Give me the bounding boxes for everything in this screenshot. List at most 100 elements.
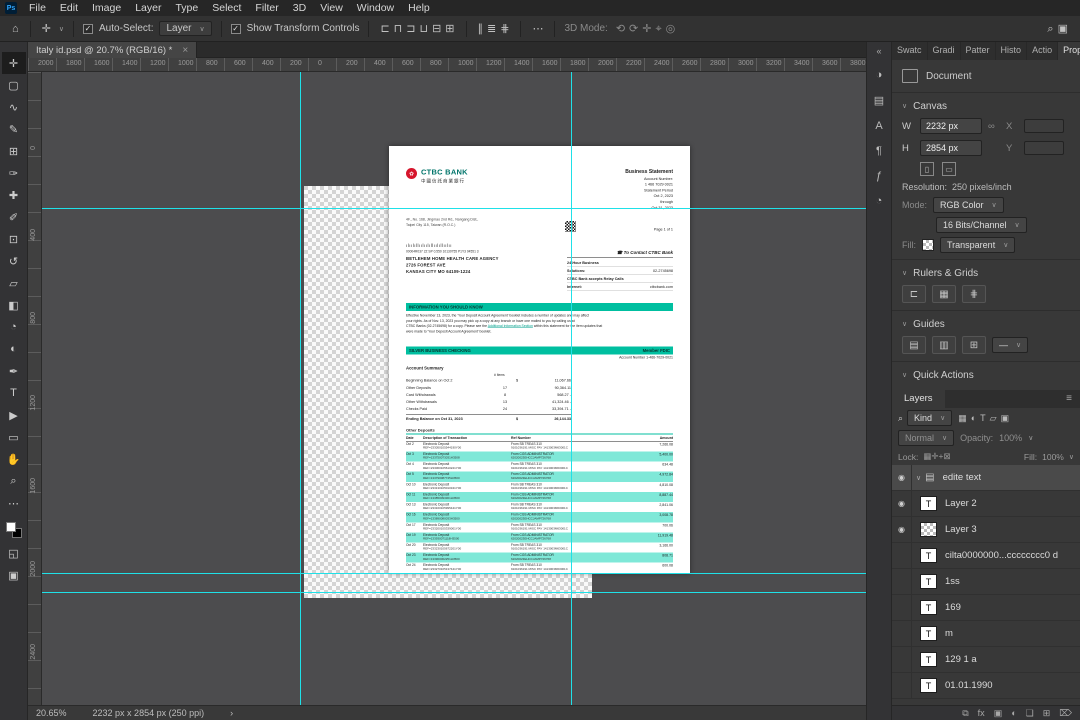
layer-name[interactable]: 01.01.1990 bbox=[945, 680, 993, 691]
pen-tool[interactable]: ✒ bbox=[2, 360, 26, 382]
layer-thumbnail[interactable] bbox=[920, 522, 937, 537]
auto-select-dropdown[interactable]: Layer ∨ bbox=[159, 21, 212, 36]
move-tool-preset-icon[interactable]: ✛ bbox=[40, 22, 53, 35]
quick-mask-icon[interactable]: ◱ bbox=[2, 542, 26, 564]
layers-bottom-icon-2[interactable]: ▣ bbox=[994, 708, 1003, 719]
menu-item-view[interactable]: View bbox=[313, 2, 350, 14]
layers-bottom-icon-4[interactable]: ❏ bbox=[1026, 708, 1034, 719]
align-icon-2[interactable]: ⊐ bbox=[404, 23, 417, 35]
mode3d-icon-3[interactable]: ⌖ bbox=[653, 23, 663, 35]
collapse-panels-icon[interactable]: « bbox=[876, 46, 881, 56]
layer-filter-icon-1[interactable]: ◐ bbox=[969, 413, 978, 423]
canvas-section-header[interactable]: ∨ Canvas bbox=[902, 97, 1070, 115]
lasso-tool[interactable]: ∿ bbox=[2, 96, 26, 118]
character-panel-icon[interactable]: A bbox=[875, 120, 882, 132]
status-chevron-icon[interactable]: › bbox=[230, 708, 233, 718]
layer-row[interactable]: ◉ Layer 3 bbox=[892, 517, 1080, 543]
guide-horizontal-1[interactable] bbox=[42, 208, 866, 209]
text-layer-thumbnail[interactable]: T bbox=[920, 600, 937, 615]
shape-tool[interactable]: ▭ bbox=[2, 426, 26, 448]
panel-tab-histo[interactable]: Histo bbox=[996, 42, 1028, 60]
portrait-orientation-icon[interactable]: ▯ bbox=[920, 162, 934, 176]
foreground-color-swatch[interactable] bbox=[5, 522, 16, 532]
healing-brush-tool[interactable]: ✚ bbox=[2, 184, 26, 206]
layer-name[interactable]: Layer 2 bbox=[945, 498, 977, 509]
layer-name[interactable]: 129 1 a bbox=[945, 654, 977, 665]
rulers-grids-icon-1[interactable]: ▦ bbox=[932, 285, 956, 303]
auto-select-checkbox[interactable]: ✓ bbox=[83, 23, 93, 34]
layer-name[interactable]: cilta0000000...cccccccc0 d bbox=[945, 550, 1058, 561]
history-brush-tool[interactable]: ↺ bbox=[2, 250, 26, 272]
layers-bottom-icon-3[interactable]: ◐ bbox=[1011, 708, 1016, 718]
guides-icon-1[interactable]: ▥ bbox=[932, 336, 956, 354]
panel-tab-swatc[interactable]: Swatc bbox=[892, 42, 928, 60]
path-selection-tool[interactable]: ▶ bbox=[2, 404, 26, 426]
color-swatches[interactable] bbox=[5, 522, 22, 538]
depth-dropdown[interactable]: 16 Bits/Channel ∨ bbox=[936, 217, 1027, 233]
layer-name[interactable]: Layer 3 bbox=[945, 524, 977, 535]
mode3d-icon-2[interactable]: ✛ bbox=[640, 23, 653, 35]
horizontal-ruler[interactable]: 2000 1800 1600 1400 1200 1000 800 600 400 200 0 200… bbox=[28, 58, 866, 72]
quick-actions-section-header[interactable]: ∨ Quick Actions bbox=[902, 366, 1070, 384]
mode3d-icon-0[interactable]: ⟲ bbox=[614, 23, 627, 35]
layer-fill-value[interactable]: 100% bbox=[1042, 452, 1064, 462]
rulers-grids-icon-0[interactable]: ⊏ bbox=[902, 285, 926, 303]
layers-bottom-icon-6[interactable]: ⌦ bbox=[1059, 708, 1072, 719]
layer-row[interactable]: T 01.01.1990 bbox=[892, 673, 1080, 699]
layer-row[interactable]: Tm bbox=[892, 621, 1080, 647]
quick-selection-tool[interactable]: ✎ bbox=[2, 118, 26, 140]
eraser-tool[interactable]: ▱ bbox=[2, 272, 26, 294]
vertical-ruler[interactable]: 040080012001600200024002800 bbox=[28, 72, 42, 705]
opacity-value[interactable]: 100% bbox=[999, 433, 1022, 443]
layer-visibility-toggle[interactable] bbox=[892, 647, 912, 672]
zoom-tool[interactable]: ⌕ bbox=[2, 470, 26, 492]
y-field[interactable] bbox=[1024, 141, 1064, 155]
text-layer-thumbnail[interactable]: T bbox=[920, 548, 937, 563]
layer-row[interactable]: T 1ss bbox=[892, 569, 1080, 595]
more-options-icon[interactable]: ⋯ bbox=[530, 22, 545, 35]
guide-line-style-dropdown[interactable]: — ∨ bbox=[992, 337, 1029, 353]
wh-link-icon[interactable]: ∞ bbox=[988, 121, 1000, 132]
layer-name[interactable]: edite text bbox=[943, 472, 982, 483]
layer-row[interactable]: Tcilta0000000...cccccccc0 d bbox=[892, 543, 1080, 569]
panel-tab-gradi[interactable]: Gradi bbox=[928, 42, 961, 60]
lock-icon-3[interactable]: ⊠ bbox=[943, 451, 950, 461]
crop-tool[interactable]: ⊞ bbox=[2, 140, 26, 162]
layer-row[interactable]: ◉ T Layer 2 bbox=[892, 491, 1080, 517]
guides-section-header[interactable]: ∨ Guides bbox=[902, 315, 1070, 333]
align-icon-0[interactable]: ⊏ bbox=[378, 23, 391, 35]
align-icon-4[interactable]: ⊟ bbox=[430, 23, 443, 35]
panel-tab-properties[interactable]: Properties bbox=[1058, 42, 1080, 60]
layer-visibility-toggle[interactable] bbox=[892, 543, 912, 568]
layers-bottom-icon-5[interactable]: ⊞ bbox=[1043, 708, 1051, 719]
panel-menu-icon[interactable]: ≡ bbox=[1058, 390, 1080, 408]
layer-visibility-toggle[interactable] bbox=[892, 673, 912, 698]
guides-icon-2[interactable]: ⊞ bbox=[962, 336, 986, 354]
distribute-icon-1[interactable]: ≣ bbox=[485, 23, 498, 35]
text-layer-thumbnail[interactable]: T bbox=[920, 652, 937, 667]
rulers-grids-icon-2[interactable]: ⋕ bbox=[962, 285, 986, 303]
clone-stamp-tool[interactable]: ⊡ bbox=[2, 228, 26, 250]
blend-mode-dropdown[interactable]: Normal ∨ bbox=[898, 430, 955, 446]
layer-name[interactable]: 1ss bbox=[945, 576, 960, 587]
home-icon[interactable]: ⌂ bbox=[10, 23, 21, 35]
menu-item-help[interactable]: Help bbox=[401, 2, 437, 14]
gradient-tool[interactable]: ◧ bbox=[2, 294, 26, 316]
menu-item-window[interactable]: Window bbox=[350, 2, 401, 14]
layer-visibility-toggle[interactable]: ◉ bbox=[892, 517, 912, 542]
layer-row[interactable]: T 129 1 a bbox=[892, 647, 1080, 673]
menu-item-image[interactable]: Image bbox=[85, 2, 128, 14]
blur-tool[interactable]: ◔ bbox=[2, 316, 26, 338]
show-transform-checkbox[interactable]: ✓ bbox=[230, 23, 241, 34]
menu-item-file[interactable]: File bbox=[22, 2, 53, 14]
layer-visibility-toggle[interactable] bbox=[892, 621, 912, 646]
paragraph-panel-icon[interactable]: ¶ bbox=[876, 145, 882, 157]
distribute-icon-2[interactable]: ⋕ bbox=[498, 23, 511, 35]
guide-horizontal-2[interactable] bbox=[42, 573, 866, 574]
layer-visibility-toggle[interactable] bbox=[892, 595, 912, 620]
menu-item-layer[interactable]: Layer bbox=[128, 2, 168, 14]
x-field[interactable] bbox=[1024, 119, 1064, 133]
width-field[interactable]: 2232 px bbox=[920, 118, 982, 134]
layer-name[interactable]: m bbox=[945, 628, 953, 639]
type-tool[interactable]: T bbox=[2, 382, 26, 404]
